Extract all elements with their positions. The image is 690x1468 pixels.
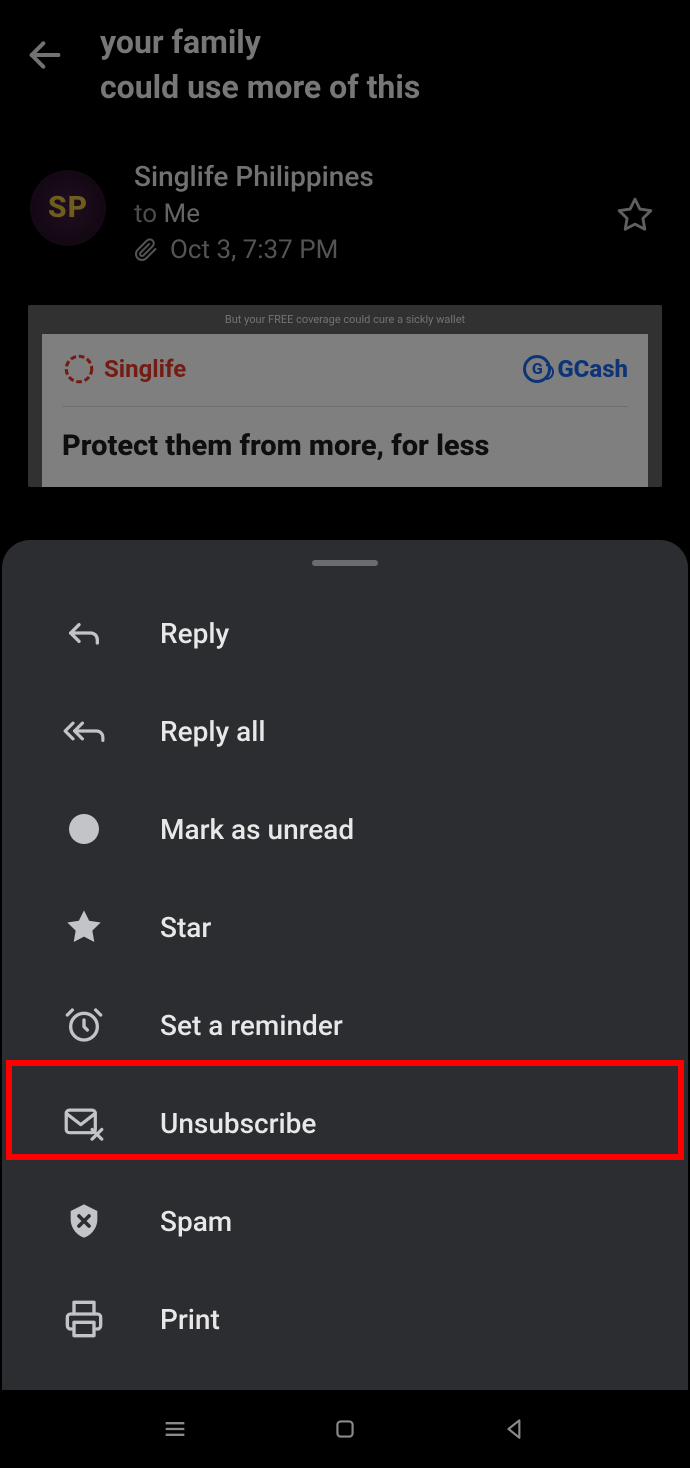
nav-back-button[interactable] — [495, 1409, 535, 1449]
menu-unsubscribe-label: Unsubscribe — [160, 1107, 316, 1140]
singlife-logo: Singlife — [62, 352, 186, 386]
email-headline: Protect them from more, for less — [62, 429, 628, 463]
date-line: Oct 3, 7:37 PM — [134, 235, 610, 265]
gcash-icon: G — [523, 355, 551, 383]
menu-spam-label: Spam — [160, 1205, 232, 1238]
menu-print-label: Print — [160, 1303, 220, 1336]
back-button[interactable] — [20, 30, 70, 80]
triangle-left-icon — [502, 1416, 528, 1442]
menu-mark-unread[interactable]: Mark as unread — [2, 780, 688, 878]
email-date: Oct 3, 7:37 PM — [170, 235, 338, 265]
menu-reply-all-label: Reply all — [160, 715, 266, 748]
star-outline-icon — [616, 196, 654, 234]
unread-dot-icon — [60, 805, 108, 853]
menu-reply[interactable]: Reply — [2, 584, 688, 682]
hamburger-icon — [161, 1415, 189, 1443]
recipient-name: Me — [164, 199, 201, 229]
singlife-swirl-icon — [62, 352, 96, 386]
to-prefix: to — [134, 199, 157, 229]
arrow-left-icon — [25, 35, 65, 75]
subject-line-1: your family — [100, 23, 261, 61]
gcash-logo: G GCash — [523, 355, 628, 383]
spam-shield-icon — [60, 1197, 108, 1245]
sheet-grabber[interactable] — [312, 560, 378, 566]
unsubscribe-icon — [60, 1099, 108, 1147]
menu-mark-unread-label: Mark as unread — [160, 813, 354, 846]
action-bottom-sheet: Reply Reply all Mark as unread Star Set … — [2, 540, 688, 1390]
menu-star[interactable]: Star — [2, 878, 688, 976]
menu-reply-label: Reply — [160, 617, 229, 650]
email-body-preview[interactable]: But your FREE coverage could cure a sick… — [28, 305, 662, 487]
subject-line-2: could use more of this — [100, 68, 420, 106]
nav-recents-button[interactable] — [155, 1409, 195, 1449]
square-icon — [332, 1416, 358, 1442]
menu-reply-all[interactable]: Reply all — [2, 682, 688, 780]
reply-all-icon — [60, 707, 108, 755]
print-icon — [60, 1295, 108, 1343]
menu-unsubscribe[interactable]: Unsubscribe — [2, 1074, 688, 1172]
gcash-text: GCash — [557, 355, 628, 383]
menu-spam[interactable]: Spam — [2, 1172, 688, 1270]
singlife-text: Singlife — [104, 355, 186, 383]
menu-star-label: Star — [160, 911, 211, 944]
star-icon — [60, 903, 108, 951]
menu-print[interactable]: Print — [2, 1270, 688, 1368]
reply-icon — [60, 609, 108, 657]
attachment-icon — [134, 238, 158, 262]
sender-name: Singlife Philippines — [134, 160, 610, 193]
menu-set-reminder[interactable]: Set a reminder — [2, 976, 688, 1074]
email-subject: your family could use more of this — [100, 20, 420, 110]
sender-avatar[interactable]: SP — [30, 170, 106, 246]
alarm-clock-icon — [60, 1001, 108, 1049]
menu-reminder-label: Set a reminder — [160, 1009, 343, 1042]
system-nav-bar — [0, 1390, 690, 1468]
email-preview-caption: But your FREE coverage could cure a sick… — [28, 309, 662, 334]
nav-home-button[interactable] — [325, 1409, 365, 1449]
star-button[interactable] — [610, 190, 660, 240]
recipient-line[interactable]: to Me — [134, 199, 610, 229]
